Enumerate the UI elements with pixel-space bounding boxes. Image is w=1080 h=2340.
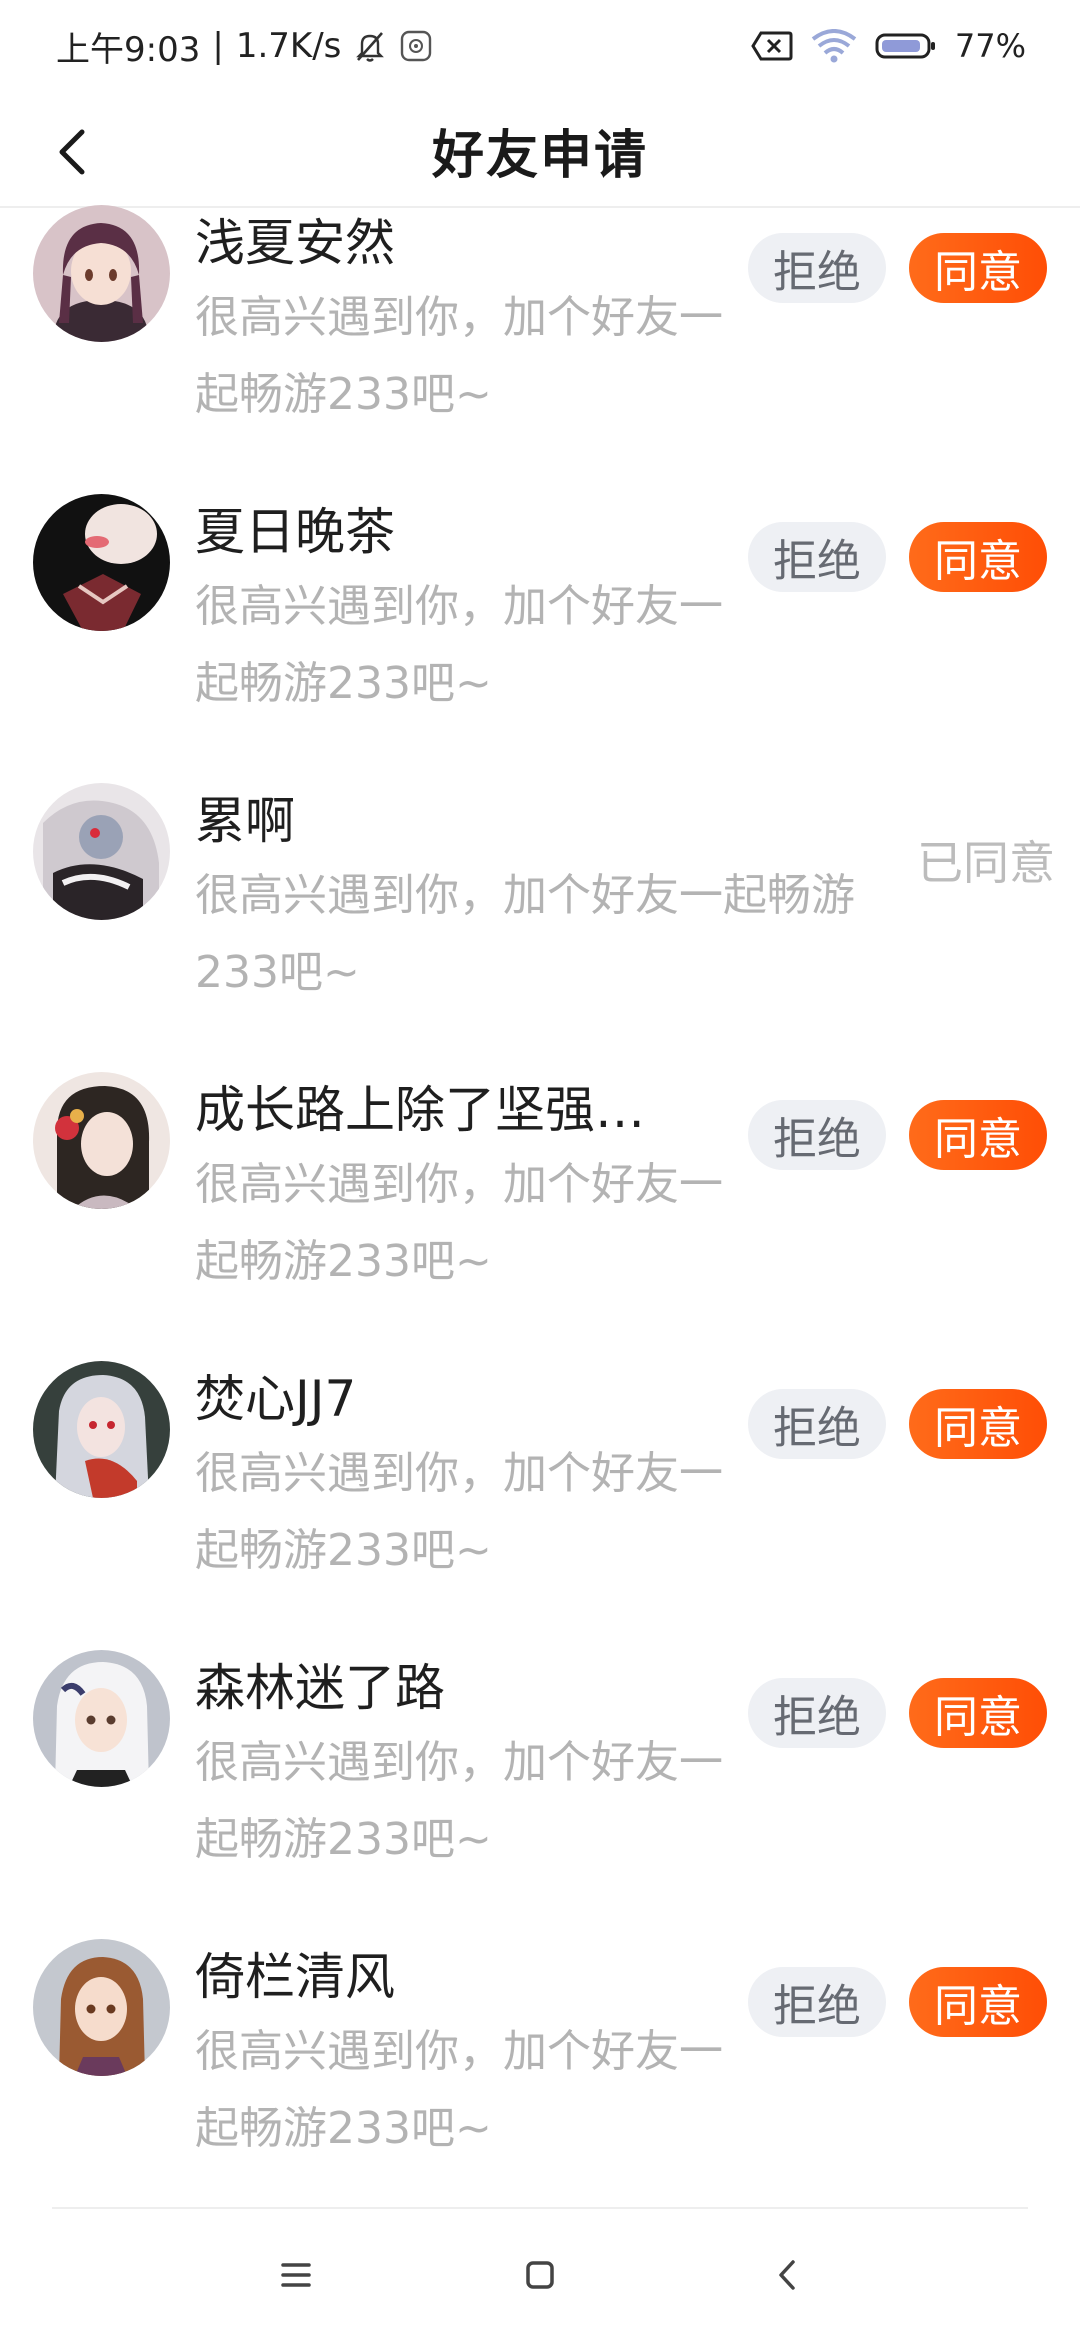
avatar[interactable] [33, 783, 170, 920]
avatar[interactable] [33, 1650, 170, 1787]
status-bar: 上午9:03 | 1.7K/s 77% [0, 0, 1080, 92]
accept-button[interactable]: 同意 [909, 1100, 1047, 1170]
friend-request-row: 累啊 很高兴遇到你，加个好友一起畅游233吧~ 已同意 [0, 783, 1080, 1072]
friend-request-row: 焚心JJ7 很高兴遇到你，加个好友一起畅游233吧~ 拒绝 同意 [0, 1361, 1080, 1650]
request-message: 很高兴遇到你，加个好友一起畅游233吧~ [195, 1737, 723, 1865]
friend-request-row: 倚栏清风 很高兴遇到你，加个好友一起畅游233吧~ 拒绝 同意 [0, 1939, 1080, 2228]
reject-button[interactable]: 拒绝 [748, 1678, 886, 1748]
menu-button[interactable] [266, 2245, 326, 2305]
home-square-icon [526, 2261, 554, 2289]
accept-button[interactable]: 同意 [909, 233, 1047, 303]
wifi-icon [811, 29, 857, 63]
requester-name[interactable]: 累啊 [195, 789, 715, 853]
reject-button[interactable]: 拒绝 [748, 233, 886, 303]
accept-button[interactable]: 同意 [909, 522, 1047, 592]
requester-name[interactable]: 浅夏安然 [195, 211, 715, 275]
request-message: 很高兴遇到你，加个好友一起畅游233吧~ [195, 2026, 723, 2154]
reject-button[interactable]: 拒绝 [748, 1389, 886, 1459]
friend-request-list: 浅夏安然 很高兴遇到你，加个好友一起畅游233吧~ 拒绝 同意 夏日晚茶 很高兴… [0, 205, 1080, 2228]
status-separator: | [212, 26, 224, 66]
requester-name[interactable]: 倚栏清风 [195, 1945, 715, 2009]
avatar[interactable] [33, 1939, 170, 2076]
home-button[interactable] [510, 2245, 570, 2305]
reject-button[interactable]: 拒绝 [748, 522, 886, 592]
reject-button[interactable]: 拒绝 [748, 1967, 886, 2037]
back-chevron-icon [779, 2260, 795, 2290]
requester-name[interactable]: 夏日晚茶 [195, 500, 715, 564]
request-message: 很高兴遇到你，加个好友一起畅游233吧~ [195, 1159, 723, 1287]
nav-divider [52, 2207, 1028, 2209]
page-title: 好友申请 [431, 125, 648, 186]
battery-percent: 77% [954, 27, 1026, 65]
avatar[interactable] [33, 1072, 170, 1209]
accepted-status-label: 已同意 [917, 836, 1055, 890]
accept-button[interactable]: 同意 [909, 1678, 1047, 1748]
menu-icon [281, 2263, 311, 2287]
status-time: 上午9:03 [56, 29, 201, 70]
request-message: 很高兴遇到你，加个好友一起畅游233吧~ [195, 292, 723, 420]
requester-name[interactable]: 焚心JJ7 [195, 1367, 715, 1431]
friend-request-row: 浅夏安然 很高兴遇到你，加个好友一起畅游233吧~ 拒绝 同意 [0, 205, 1080, 494]
friend-requests-screen: 上午9:03 | 1.7K/s 77% 好友申请 浅夏安然 很高兴遇到你，加个好… [0, 0, 1080, 2340]
request-message: 很高兴遇到你，加个好友一起畅游233吧~ [195, 1448, 723, 1576]
battery-icon [875, 31, 937, 61]
reject-button[interactable]: 拒绝 [748, 1100, 886, 1170]
accept-button[interactable]: 同意 [909, 1389, 1047, 1459]
status-right: 77% [751, 27, 1026, 65]
status-left: 上午9:03 | 1.7K/s [56, 22, 433, 71]
mute-bell-icon [353, 29, 387, 63]
friend-request-row: 成长路上除了坚强… 很高兴遇到你，加个好友一起畅游233吧~ 拒绝 同意 [0, 1072, 1080, 1361]
requester-name[interactable]: 成长路上除了坚强… [195, 1078, 715, 1142]
avatar[interactable] [33, 494, 170, 631]
avatar[interactable] [33, 205, 170, 342]
network-speed: 1.7K/s [235, 26, 342, 66]
friend-request-row: 夏日晚茶 很高兴遇到你，加个好友一起畅游233吧~ 拒绝 同意 [0, 494, 1080, 783]
no-sim-icon [751, 30, 793, 62]
requester-name[interactable]: 森林迷了路 [195, 1656, 715, 1720]
nav-back-button[interactable] [757, 2245, 817, 2305]
friend-request-row: 森林迷了路 很高兴遇到你，加个好友一起畅游233吧~ 拒绝 同意 [0, 1650, 1080, 1939]
accept-button[interactable]: 同意 [909, 1967, 1047, 2037]
request-message: 很高兴遇到你，加个好友一起畅游233吧~ [195, 870, 855, 998]
request-message: 很高兴遇到你，加个好友一起畅游233吧~ [195, 581, 723, 709]
header: 好友申请 [0, 92, 1080, 208]
app-notification-icon [399, 29, 433, 63]
avatar[interactable] [33, 1361, 170, 1498]
